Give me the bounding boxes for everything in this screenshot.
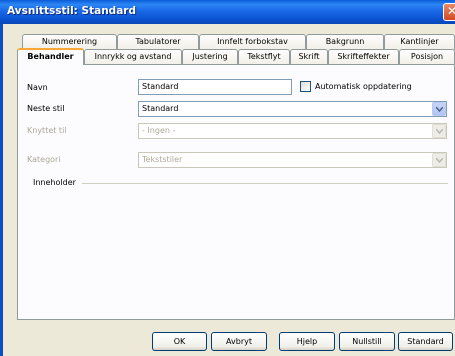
name-input[interactable]: Standard bbox=[138, 79, 292, 95]
next-style-dropdown-button[interactable] bbox=[432, 102, 446, 116]
category-dropdown-button bbox=[432, 153, 446, 167]
tab-label: Bakgrunn bbox=[325, 37, 365, 46]
auto-update-checkbox[interactable] bbox=[300, 81, 311, 92]
tab-tekstflyt[interactable]: Tekstflyt bbox=[238, 49, 290, 65]
tab-label: Tabulatorer bbox=[135, 37, 181, 46]
next-style-label: Neste stil bbox=[27, 104, 65, 113]
tab-label: Tekstflyt bbox=[247, 52, 281, 61]
standard-label: Standard bbox=[407, 337, 444, 346]
tab-posisjon[interactable]: Posisjon bbox=[399, 49, 455, 65]
category-value: Tekststiler bbox=[142, 155, 183, 164]
contains-label: Inneholder bbox=[33, 178, 76, 187]
tab-bakgrunn[interactable]: Bakgrunn bbox=[306, 34, 384, 50]
tab-skrifteffekter[interactable]: Skrifteffekter bbox=[328, 49, 399, 65]
close-button[interactable]: ✕ bbox=[443, 3, 455, 21]
tab-label: Skrift bbox=[298, 52, 320, 61]
tab-label: Innfelt forbokstav bbox=[217, 37, 288, 46]
tab-kantlinjer[interactable]: Kantlinjer bbox=[384, 34, 455, 50]
tab-behandler[interactable]: Behandler bbox=[17, 48, 84, 65]
tab-panel-organizer: Navn Standard Automatisk oppdatering Nes… bbox=[17, 64, 455, 320]
contains-separator bbox=[82, 183, 448, 184]
tab-tabulatorer[interactable]: Tabulatorer bbox=[117, 34, 199, 50]
linked-to-dropdown: - Ingen - bbox=[138, 123, 447, 139]
chevron-down-icon bbox=[436, 129, 443, 134]
help-button[interactable]: Hjelp bbox=[279, 332, 335, 351]
tab-label: Kantlinjer bbox=[400, 37, 439, 46]
name-label: Navn bbox=[27, 83, 48, 92]
chevron-down-icon bbox=[436, 107, 443, 112]
category-dropdown: Tekststiler bbox=[138, 152, 447, 168]
cancel-button[interactable]: Avbryt bbox=[211, 332, 267, 351]
tab-skrift[interactable]: Skrift bbox=[290, 49, 328, 65]
linked-to-value: - Ingen - bbox=[142, 126, 176, 135]
window-title: Avsnittsstil: Standard bbox=[7, 5, 136, 17]
tab-innrykk-og-avstand[interactable]: Innrykk og avstand bbox=[84, 49, 182, 65]
close-icon: ✕ bbox=[447, 4, 455, 18]
tab-label: Behandler bbox=[27, 52, 74, 61]
ok-button[interactable]: OK bbox=[152, 332, 207, 351]
title-bar[interactable]: Avsnittsstil: Standard ✕ bbox=[0, 0, 455, 24]
name-value: Standard bbox=[142, 82, 179, 91]
tab-label: Innrykk og avstand bbox=[94, 52, 172, 61]
auto-update-label: Automatisk oppdatering bbox=[315, 82, 412, 91]
help-label: Hjelp bbox=[296, 337, 318, 346]
reset-label: Nullstill bbox=[352, 337, 382, 346]
tab-label: Nummerering bbox=[41, 37, 98, 46]
next-style-value: Standard bbox=[142, 104, 179, 113]
cancel-label: Avbryt bbox=[226, 337, 252, 346]
paragraph-style-dialog: Avsnittsstil: Standard ✕ Nummerering Tab… bbox=[0, 0, 455, 356]
chevron-down-icon bbox=[436, 158, 443, 163]
next-style-dropdown[interactable]: Standard bbox=[138, 101, 447, 117]
standard-button[interactable]: Standard bbox=[398, 332, 453, 351]
linked-to-label: Knyttet til bbox=[27, 126, 67, 135]
tab-innfelt-forbokstav[interactable]: Innfelt forbokstav bbox=[199, 34, 306, 50]
tab-justering[interactable]: Justering bbox=[182, 49, 238, 65]
window-frame bbox=[0, 24, 3, 356]
reset-button[interactable]: Nullstill bbox=[339, 332, 395, 351]
tab-label: Skrifteffekter bbox=[337, 52, 390, 61]
tab-label: Justering bbox=[192, 52, 228, 61]
tab-label: Posisjon bbox=[410, 52, 444, 61]
category-label: Kategori bbox=[27, 155, 61, 164]
linked-to-dropdown-button bbox=[432, 124, 446, 138]
ok-label: OK bbox=[173, 337, 186, 346]
